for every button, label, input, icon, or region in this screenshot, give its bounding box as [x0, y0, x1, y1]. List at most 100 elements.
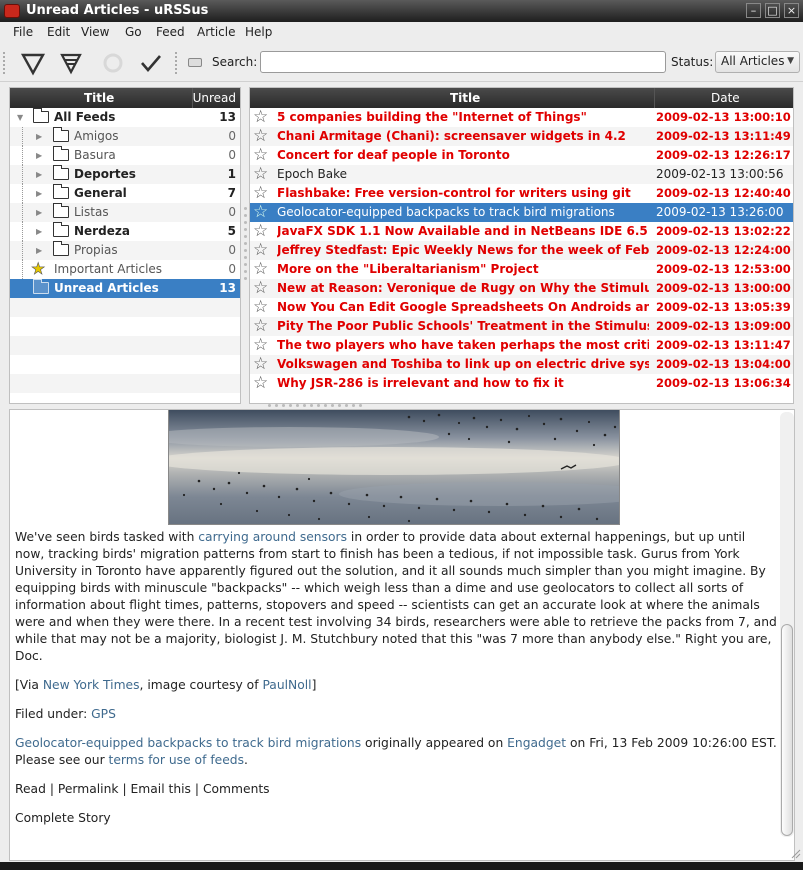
paulnoll-link[interactable]: PaulNoll [262, 678, 311, 692]
article-row[interactable]: ☆ Flashbake: Free version-control for wr… [250, 184, 793, 203]
filed-under: Filed under: GPS [15, 707, 116, 721]
expander-icon[interactable]: ▶ [36, 241, 42, 260]
feed-item-basura[interactable]: ▶ Basura 0 [10, 146, 240, 165]
feed-item-unread-articles[interactable]: Unread Articles 13 [10, 279, 240, 298]
star-outline-icon[interactable]: ☆ [253, 336, 268, 355]
menu-article[interactable]: Article [197, 25, 236, 39]
article-date-header[interactable]: Date [654, 88, 793, 108]
menu-file[interactable]: File [13, 25, 33, 39]
star-outline-icon[interactable]: ☆ [253, 184, 268, 203]
feed-item-amigos[interactable]: ▶ Amigos 0 [10, 127, 240, 146]
email-link[interactable]: Email this [131, 782, 191, 796]
resize-grip-icon[interactable] [790, 848, 801, 859]
nyt-link[interactable]: New York Times [43, 678, 140, 692]
star-outline-icon[interactable]: ☆ [253, 165, 268, 184]
expander-icon[interactable]: ▶ [36, 165, 42, 184]
article-content[interactable]: We've seen birds tasked with carrying ar… [9, 409, 795, 861]
terms-link[interactable]: terms for use of feeds [109, 753, 244, 767]
expander-icon[interactable]: ▶ [36, 184, 42, 203]
article-row-selected[interactable]: ☆ Geolocator-equipped backpacks to track… [250, 203, 793, 222]
star-outline-icon[interactable]: ☆ [253, 146, 268, 165]
star-outline-icon[interactable]: ☆ [253, 355, 268, 374]
refresh-button[interactable] [98, 49, 128, 77]
complete-story-link[interactable]: Complete Story [15, 811, 111, 825]
carrying-sensors-link[interactable]: carrying around sensors [198, 530, 347, 544]
feed-item-propias[interactable]: ▶ Propias 0 [10, 241, 240, 260]
article-origin-link[interactable]: Geolocator-equipped backpacks to track b… [15, 736, 361, 750]
next-article-button[interactable] [18, 49, 48, 77]
search-input[interactable] [260, 51, 666, 73]
search-icon [188, 58, 202, 67]
vertical-splitter[interactable] [242, 87, 249, 404]
star-outline-icon[interactable]: ☆ [253, 374, 268, 393]
article-title-header[interactable]: Title [250, 88, 654, 108]
article-row[interactable]: ☆ Epoch Bake 2009-02-13 13:00:56 [250, 165, 793, 184]
article-row[interactable]: ☆ Why JSR-286 is irrelevant and how to f… [250, 374, 793, 393]
comments-link[interactable]: Comments [203, 782, 270, 796]
article-row[interactable]: ☆ Pity The Poor Public Schools' Treatmen… [250, 317, 793, 336]
feed-item-listas[interactable]: ▶ Listas 0 [10, 203, 240, 222]
article-row[interactable]: ☆ New at Reason: Veronique de Rugy on Wh… [250, 279, 793, 298]
star-outline-icon[interactable]: ☆ [253, 222, 268, 241]
star-outline-icon[interactable]: ☆ [253, 260, 268, 279]
star-outline-icon[interactable]: ☆ [253, 298, 268, 317]
feed-item-important-articles[interactable]: ★ Important Articles 0 [10, 260, 240, 279]
content-scrollbar[interactable] [780, 412, 794, 837]
feed-item-general[interactable]: ▶ General 7 [10, 184, 240, 203]
mark-read-button[interactable] [136, 49, 166, 77]
article-row[interactable]: ☆ Jeffrey Stedfast: Epic Weekly News for… [250, 241, 793, 260]
engadget-link[interactable]: Engadget [507, 736, 566, 750]
article-row[interactable]: ☆ JavaFX SDK 1.1 Now Available and in Ne… [250, 222, 793, 241]
expander-icon[interactable]: ▶ [36, 146, 42, 165]
star-outline-icon[interactable]: ☆ [253, 203, 268, 222]
close-icon[interactable]: × [784, 3, 799, 18]
status-select[interactable]: All Articles ▼ [715, 51, 800, 73]
menu-go[interactable]: Go [125, 25, 142, 39]
read-link[interactable]: Read [15, 782, 46, 796]
folder-icon [33, 108, 49, 123]
toolbar-grip[interactable] [3, 52, 6, 74]
article-list[interactable]: Title Date ☆ 5 companies building the "I… [249, 87, 794, 404]
status-select-value: All Articles [721, 54, 785, 68]
title-bar[interactable]: Unread Articles - uRSSus – □ × [0, 0, 803, 22]
star-outline-icon[interactable]: ☆ [253, 108, 268, 127]
permalink-link[interactable]: Permalink [58, 782, 119, 796]
article-image [168, 410, 620, 525]
expander-icon[interactable]: ▶ [36, 127, 42, 146]
article-title: More on the "Liberaltarianism" Project [277, 262, 539, 276]
article-row[interactable]: ☆ 5 companies building the "Internet of … [250, 108, 793, 127]
article-row[interactable]: ☆ Volkswagen and Toshiba to link up on e… [250, 355, 793, 374]
feed-item-deportes[interactable]: ▶ Deportes 1 [10, 165, 240, 184]
next-feed-button[interactable] [56, 49, 86, 77]
menu-edit[interactable]: Edit [47, 25, 70, 39]
expander-icon[interactable]: ▼ [17, 108, 23, 127]
expander-icon[interactable]: ▶ [36, 222, 42, 241]
star-outline-icon[interactable]: ☆ [253, 241, 268, 260]
feed-tree[interactable]: Title Unread ▼ All Feeds 13 ▶ Amigos 0 ▶… [9, 87, 241, 404]
article-row[interactable]: ☆ The two players who have taken perhaps… [250, 336, 793, 355]
scrollbar-thumb[interactable] [781, 624, 793, 836]
article-row[interactable]: ☆ Concert for deaf people in Toronto 200… [250, 146, 793, 165]
article-row[interactable]: ☆ Chani Armitage (Chani): screensaver wi… [250, 127, 793, 146]
gps-link[interactable]: GPS [91, 707, 116, 721]
menu-view[interactable]: View [81, 25, 109, 39]
feed-item-nerdeza[interactable]: ▶ Nerdeza 5 [10, 222, 240, 241]
article-row[interactable]: ☆ Now You Can Edit Google Spreadsheets O… [250, 298, 793, 317]
maximize-icon[interactable]: □ [765, 3, 780, 18]
expander-icon[interactable]: ▶ [36, 203, 42, 222]
feed-item-all-feeds[interactable]: ▼ All Feeds 13 [10, 108, 240, 127]
folder-icon [53, 165, 69, 180]
menu-help[interactable]: Help [245, 25, 272, 39]
horizontal-splitter[interactable] [268, 403, 368, 408]
star-outline-icon[interactable]: ☆ [253, 279, 268, 298]
status-bar [0, 862, 803, 870]
menu-feed[interactable]: Feed [156, 25, 185, 39]
feed-title-header[interactable]: Title [10, 88, 192, 108]
folder-icon [53, 241, 69, 256]
article-title: Jeffrey Stedfast: Epic Weekly News for t… [277, 243, 649, 257]
minimize-icon[interactable]: – [746, 3, 761, 18]
star-outline-icon[interactable]: ☆ [253, 127, 268, 146]
star-outline-icon[interactable]: ☆ [253, 317, 268, 336]
article-row[interactable]: ☆ More on the "Liberaltarianism" Project… [250, 260, 793, 279]
feed-unread-header[interactable]: Unread [192, 88, 240, 108]
